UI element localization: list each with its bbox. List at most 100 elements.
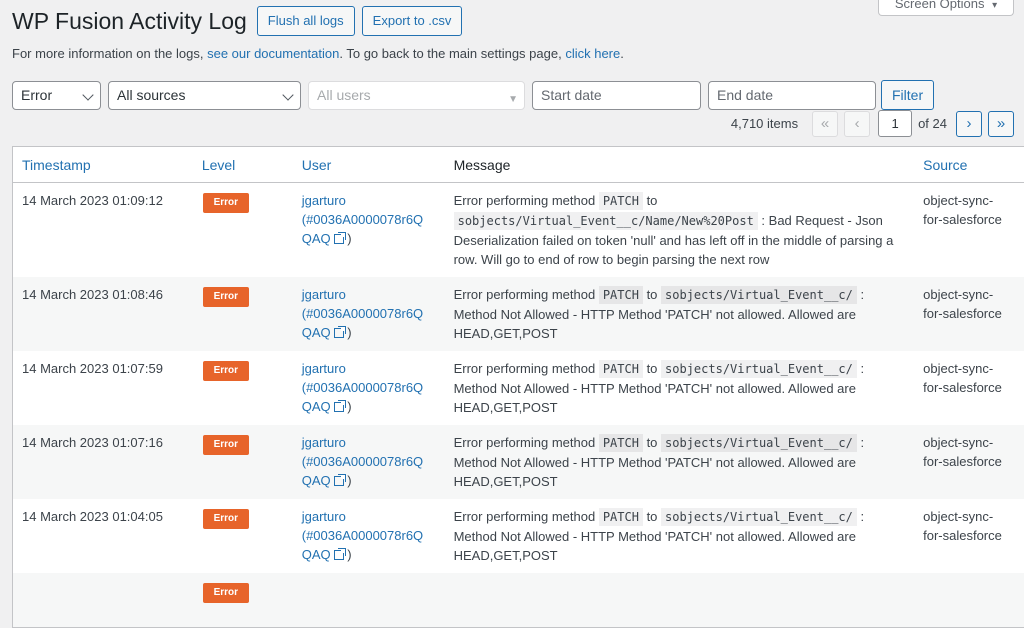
user-id-link[interactable]: (#0036A0000078r6Q QAQ <box>302 528 423 562</box>
timestamp-cell: 14 March 2023 01:09:12 <box>13 183 193 277</box>
timestamp-cell: 14 March 2023 01:07:59 <box>13 351 193 425</box>
message-cell: Error performing method PATCH to sobject… <box>445 183 915 277</box>
level-badge: Error <box>202 435 249 455</box>
last-page-button[interactable]: » <box>988 110 1014 137</box>
method-code: PATCH <box>598 434 643 452</box>
level-badge: Error <box>202 287 249 307</box>
user-id-link[interactable]: (#0036A0000078r6Q QAQ <box>302 212 423 246</box>
message-text: to <box>642 287 662 302</box>
next-page-button[interactable]: › <box>956 110 982 137</box>
user-link[interactable]: jgarturo <box>302 435 346 450</box>
source-text: object-sync-for-salesforce <box>923 287 1002 321</box>
source-cell: object-sync-for-salesforce <box>914 425 1024 499</box>
message-cell: Error performing method PATCH to sobject… <box>445 351 915 425</box>
message-cell: Error performing method PATCH to sobject… <box>445 499 915 573</box>
source-text: object-sync-for-salesforce <box>923 509 1002 543</box>
source-select-value: All sources <box>117 86 186 103</box>
user-id-text: QAQ <box>301 231 331 246</box>
end-date-input[interactable]: End date <box>708 80 876 110</box>
table-row: 14 March 2023 01:07:16 Error jgarturo (#… <box>13 425 1024 499</box>
export-csv-button[interactable]: Export to .csv <box>361 6 463 36</box>
path-code: sobjects/Virtual_Event__c/ <box>661 360 857 378</box>
chevron-down-icon: ▼ <box>508 93 518 105</box>
user-id-text: (#0036A0000078r6Q <box>301 528 424 543</box>
user-link[interactable]: jgarturo <box>302 509 346 524</box>
timestamp-cell: 14 March 2023 01:08:46 <box>13 277 193 351</box>
column-header-timestamp[interactable]: Timestamp <box>13 157 193 173</box>
timestamp: 14 March 2023 01:04:05 <box>22 509 163 524</box>
user-id-close: ) <box>347 231 352 246</box>
external-link-icon <box>333 232 346 244</box>
column-header-source[interactable]: Source <box>914 157 1024 173</box>
source-select[interactable]: All sources <box>108 80 301 110</box>
level-cell: Error <box>193 499 293 573</box>
path-code: sobjects/Virtual_Event__c/Name/New%20Pos… <box>453 212 758 230</box>
user-cell: jgarturo (#0036A0000078r6Q QAQ ) <box>293 351 445 425</box>
level-cell: Error <box>193 573 293 627</box>
intro-text-part: For more information on the logs, <box>12 46 208 61</box>
user-link[interactable]: jgarturo <box>302 193 346 208</box>
filter-button[interactable]: Filter <box>881 80 935 110</box>
screen-options-label: Screen Options <box>894 0 985 11</box>
user-id-link[interactable]: (#0036A0000078r6Q QAQ <box>302 380 423 414</box>
message-text: to <box>642 509 662 524</box>
level-badge: Error <box>202 361 249 381</box>
user-id-text: QAQ <box>301 547 331 562</box>
user-cell <box>293 573 445 627</box>
filter-bar: Error All sources All users ▼ Start date… <box>12 80 935 110</box>
user-cell: jgarturo (#0036A0000078r6Q QAQ ) <box>293 499 445 573</box>
users-select[interactable]: All users ▼ <box>308 80 525 110</box>
user-id-link[interactable]: (#0036A0000078r6Q QAQ <box>302 306 423 340</box>
message-text: to <box>642 193 658 208</box>
level-cell: Error <box>193 425 293 499</box>
message-text: Error performing method <box>453 287 599 302</box>
user-id-text: (#0036A0000078r6Q <box>301 306 424 321</box>
intro-text-part: . To go back to the main settings page, <box>339 46 566 61</box>
external-link-icon <box>333 548 346 560</box>
method-code: PATCH <box>598 360 643 378</box>
user-link[interactable]: jgarturo <box>302 287 346 302</box>
timestamp-cell: 14 March 2023 01:04:05 <box>13 499 193 573</box>
message-text: Error performing method <box>453 193 599 208</box>
table-row: 14 March 2023 01:09:12 Error jgarturo (#… <box>13 183 1024 277</box>
column-header-level[interactable]: Level <box>193 157 293 173</box>
user-id-link[interactable]: (#0036A0000078r6Q QAQ <box>302 454 423 488</box>
message-text: Error performing method <box>453 435 599 450</box>
user-link[interactable]: jgarturo <box>302 361 346 376</box>
timestamp: 14 March 2023 01:07:16 <box>22 435 163 450</box>
chevron-down-icon <box>82 88 94 101</box>
user-id-close: ) <box>347 473 352 488</box>
settings-link[interactable]: click here <box>565 46 620 61</box>
activity-log-table: Timestamp Level User Message Source 14 M… <box>12 146 1024 628</box>
column-header-user[interactable]: User <box>293 157 445 173</box>
user-id-close: ) <box>347 399 352 414</box>
intro-text-part: . <box>620 46 624 61</box>
source-cell: object-sync-for-salesforce <box>914 183 1024 277</box>
table-row: 14 March 2023 01:04:05 Error jgarturo (#… <box>13 499 1024 573</box>
message-cell <box>445 573 915 627</box>
current-page-input[interactable]: 1 <box>878 110 913 137</box>
level-cell: Error <box>193 351 293 425</box>
table-header: Timestamp Level User Message Source <box>13 147 1024 183</box>
documentation-link[interactable]: see our documentation <box>207 46 339 61</box>
prev-page-button[interactable]: ‹ <box>844 110 871 137</box>
flush-logs-button[interactable]: Flush all logs <box>256 6 355 36</box>
total-pages: of 24 <box>918 116 947 131</box>
level-badge: Error <box>202 509 249 529</box>
level-badge: Error <box>202 193 249 213</box>
source-cell <box>914 573 1024 627</box>
first-page-button[interactable]: « <box>812 110 839 137</box>
method-code: PATCH <box>598 286 643 304</box>
user-id-text: QAQ <box>301 325 331 340</box>
external-link-icon <box>333 474 346 486</box>
page-title: WP Fusion Activity Log <box>12 8 247 34</box>
user-id-text: QAQ <box>301 399 331 414</box>
page-header: WP Fusion Activity Log Flush all logs Ex… <box>12 6 463 36</box>
timestamp: 14 March 2023 01:08:46 <box>22 287 163 302</box>
start-date-input[interactable]: Start date <box>532 80 701 110</box>
source-cell: object-sync-for-salesforce <box>914 277 1024 351</box>
method-code: PATCH <box>598 192 643 210</box>
level-select[interactable]: Error <box>12 80 101 110</box>
screen-options-button[interactable]: Screen Options ▾ <box>878 0 1014 16</box>
user-cell: jgarturo (#0036A0000078r6Q QAQ ) <box>293 425 445 499</box>
